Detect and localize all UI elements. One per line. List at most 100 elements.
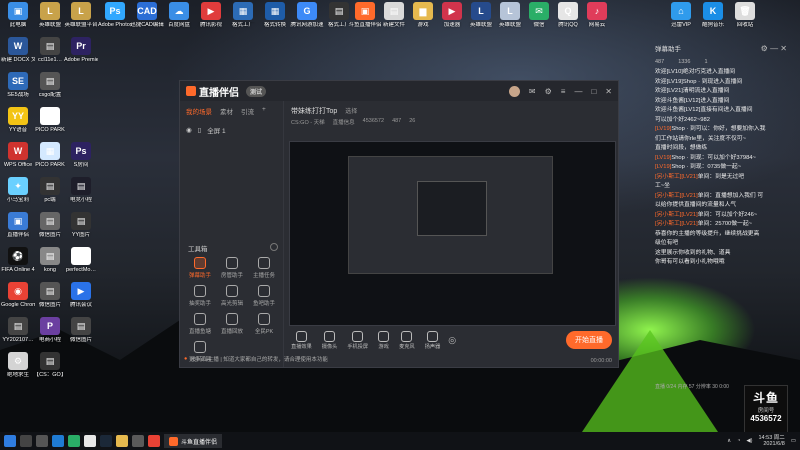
desktop-icon[interactable]: ▶ 腾讯会议 [64, 282, 98, 309]
desktop-icon[interactable]: P 电商小程 [33, 317, 67, 344]
wechat-icon[interactable] [68, 435, 80, 447]
desktop-icon[interactable]: SE SE5战场 [1, 72, 35, 99]
desktop-icon[interactable]: ▦ PICO PARK [33, 142, 67, 169]
danmu-user[interactable]: [另小斯工][LV21] [655, 193, 698, 199]
settings-icon[interactable]: ⚙ [545, 87, 552, 96]
desktop-icon[interactable]: ▤ kong [33, 247, 67, 274]
desktop-icon[interactable]: G 腾讯网游加速 [290, 2, 324, 29]
start-menu-icon[interactable] [4, 435, 16, 447]
minimize-icon[interactable]: — [574, 87, 582, 96]
desktop-icon[interactable]: ⚽ FIFA Online 4 [1, 247, 35, 274]
desktop-icon[interactable]: ◉ Google Chrome [1, 282, 35, 309]
notification-icon[interactable]: ▭ [791, 438, 796, 444]
maximize-icon[interactable]: □ [591, 87, 596, 96]
volume-icon[interactable]: ◀) [746, 438, 752, 444]
toolbox-item[interactable]: 弹幕助手 [184, 257, 216, 279]
desktop-icon[interactable]: ▤ YY202107… [1, 317, 35, 344]
desktop-icon[interactable]: L 英雄联盟平台 [64, 2, 98, 29]
chrome-icon[interactable] [148, 435, 160, 447]
toolbox-item[interactable]: 鱼吧助手 [248, 285, 280, 307]
taskbar-active-app[interactable]: 斗鱼直播伴侣 [164, 434, 223, 448]
danmu-user[interactable]: [LV19] [655, 155, 671, 161]
bottom-tool[interactable]: 麦克风 [399, 330, 415, 350]
clock[interactable]: 14:53 周二 2021/6/8 [758, 435, 784, 448]
scene-item[interactable]: ◉ ▯ 全屏 1 [180, 121, 283, 139]
desktop-icon[interactable]: K 酷狗音乐 [696, 2, 730, 29]
meta-category[interactable]: CS:GO - 天梯 [291, 118, 325, 126]
add-scene-icon[interactable]: + [262, 106, 266, 116]
menu-icon[interactable]: ≡ [561, 87, 566, 96]
stream-preview[interactable] [289, 141, 616, 326]
tab-my-scene[interactable]: 我的场景 [186, 106, 212, 116]
desktop-icon[interactable]: ✦ 小马宝莉 [1, 177, 35, 204]
bottom-tool[interactable]: 摄像头 [322, 330, 337, 350]
toolbar-extra-icon[interactable]: ◎ [448, 335, 456, 346]
desktop-icon[interactable]: ▶ 腾讯影视 [194, 2, 228, 29]
desktop-icon[interactable]: ▤ pc端 [33, 177, 67, 204]
tab-material[interactable]: 素材 [220, 106, 233, 116]
stream-tag[interactable]: 选择 [345, 106, 357, 116]
danmu-settings-icon[interactable]: ⚙ — ✕ [761, 44, 787, 53]
desktop-icon[interactable]: L 英雄联盟 [33, 2, 67, 29]
desktop-icon[interactable]: ⌂ 迅雷VIP [664, 2, 698, 29]
desktop-icon[interactable]: Ps Adobe Photosho… [98, 2, 132, 29]
desktop-icon[interactable]: ▤ 微信图片 [33, 282, 67, 309]
toolbox-item[interactable]: 抽奖助手 [184, 285, 216, 307]
eye-icon[interactable]: ◉ [186, 126, 192, 134]
store-icon[interactable] [132, 435, 144, 447]
desktop-icon[interactable]: ☁ 百度网盘 [162, 2, 196, 29]
network-icon[interactable]: ◔ [737, 438, 740, 444]
desktop-icon[interactable]: ▤ 电竞小程 [64, 177, 98, 204]
desktop-icon[interactable]: ▤ 微信图片 [64, 317, 98, 344]
tab-traffic[interactable]: 引流 [241, 106, 254, 116]
toolbox-item[interactable]: 主播任务 [248, 257, 280, 279]
desktop-icon[interactable]: ▣ 直播伴侣 [1, 212, 35, 239]
desktop-icon[interactable]: ▤ csgo配置 [33, 72, 67, 99]
desktop-icon[interactable]: ♪ 网易云 [580, 2, 614, 29]
search-icon[interactable] [20, 435, 32, 447]
desktop-icon[interactable]: Ps S房间 [64, 142, 98, 169]
toolbox-item[interactable]: 高光剪辑 [216, 285, 248, 307]
start-live-button[interactable]: 开始直播 [566, 331, 612, 349]
toolbox-collapse-icon[interactable] [270, 243, 278, 251]
desktop-icon[interactable]: ☰ perfectMo… [64, 247, 98, 274]
desktop-icon[interactable]: YY YY语音 [1, 107, 35, 134]
bottom-tool[interactable]: 手机投屏 [347, 330, 368, 350]
bottom-tool[interactable]: 游戏 [378, 330, 390, 350]
version-badge[interactable]: 测试 [246, 85, 267, 97]
message-icon[interactable]: ✉ [529, 87, 536, 96]
desktop-icon[interactable]: ▤ ccl11e1… [33, 37, 67, 64]
toolbox-item[interactable]: 直播鱼塘 [184, 313, 216, 335]
desktop-icon[interactable]: W WPS Office [1, 142, 35, 169]
desktop-icon[interactable]: ▤ 微信图片 [33, 212, 67, 239]
desktop-icon[interactable]: ▣ 此电脑 [1, 2, 35, 29]
folder-icon[interactable] [116, 435, 128, 447]
qq-icon[interactable] [84, 435, 96, 447]
bottom-tool[interactable]: 直播效果 [291, 330, 312, 350]
desktop-icon[interactable]: W 新建 DOCX 文档 [1, 37, 35, 64]
desktop-icon[interactable]: ▤ YY图片 [64, 212, 98, 239]
danmu-user[interactable]: [另小斯工][LV21] [655, 212, 698, 218]
desktop-icon[interactable]: ▤ 【CS：GO】 [33, 352, 67, 379]
tray-chevron-icon[interactable]: ∧ [727, 438, 731, 444]
toolbox-item[interactable]: 房管助手 [216, 257, 248, 279]
close-icon[interactable]: ✕ [605, 87, 612, 96]
desktop-icon[interactable]: ⚙ 绝地求生 [1, 352, 35, 379]
desktop-icon[interactable]: ▦ 格式工厂 [226, 2, 260, 29]
lock-icon[interactable]: ▯ [198, 126, 202, 134]
desktop-icon[interactable]: 🗑 回收站 [728, 2, 762, 29]
desktop-icon[interactable]: ▦ PICO PARK [33, 107, 67, 134]
bottom-tool[interactable]: 扬声器 [425, 330, 440, 350]
edge-icon[interactable] [52, 435, 64, 447]
desktop-icon[interactable]: ▦ 格式转换 [258, 2, 292, 29]
stream-title[interactable]: 带妹练打打Top [291, 106, 337, 116]
danmu-user[interactable]: [另小斯工][LV21] [655, 221, 698, 227]
task-view-icon[interactable] [36, 435, 48, 447]
danmu-user[interactable]: [LV19] [655, 164, 671, 170]
steam-icon[interactable] [100, 435, 112, 447]
desktop-icon[interactable]: Pr Adobe Premie… [64, 37, 98, 64]
desktop-icon[interactable]: CAD 迅捷CAD编辑 [130, 2, 164, 29]
user-avatar[interactable] [508, 85, 520, 97]
toolbox-item[interactable]: 全民PK [248, 313, 280, 335]
meta-info[interactable]: 直播信息 [333, 118, 355, 126]
